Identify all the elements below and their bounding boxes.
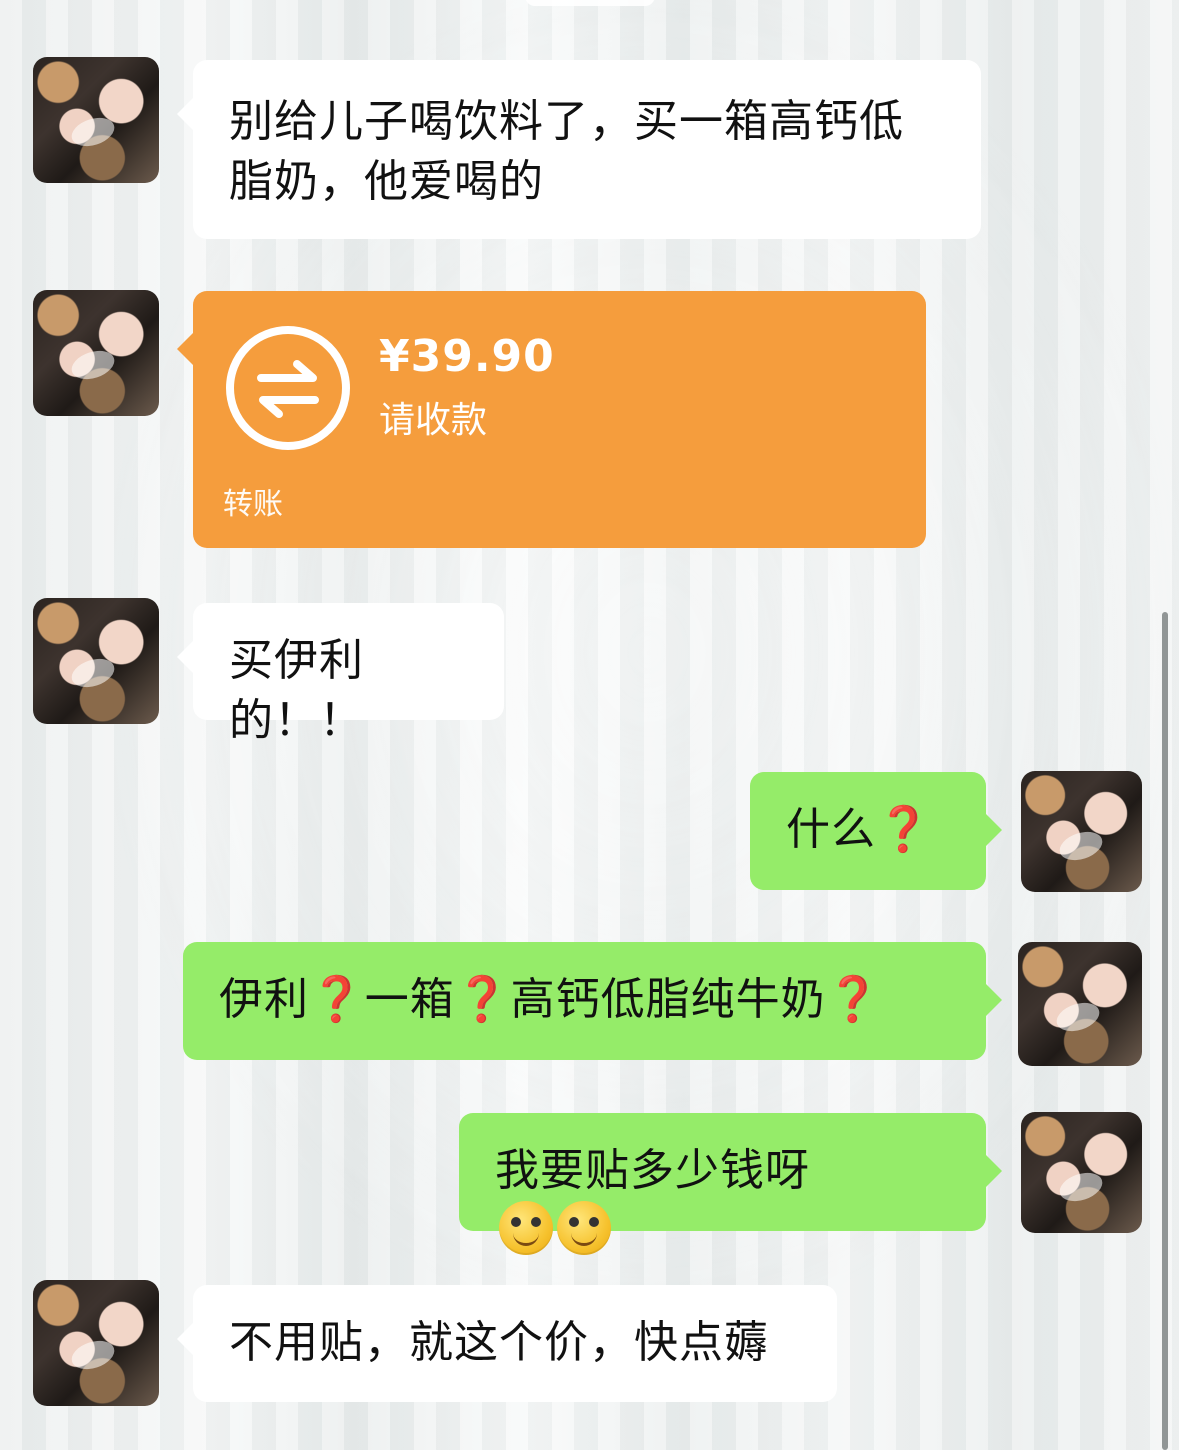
transfer-footer-label: 转账 [223, 487, 283, 522]
message-text: 伊利❓一箱❓高钙低脂纯牛奶❓ [219, 974, 882, 1025]
message-text: 什么❓ [786, 804, 932, 855]
message-bubble[interactable]: 伊利❓一箱❓高钙低脂纯牛奶❓ [183, 942, 1002, 1060]
transfer-status: 请收款 [379, 400, 488, 441]
message-bubble[interactable]: 买伊利的！！ [177, 603, 504, 746]
message-text: 别给儿子喝饮料了，买一箱高钙低 脂奶，他爱喝的 [229, 96, 904, 207]
avatar[interactable] [33, 290, 159, 416]
grimace-emoji-icon [557, 1201, 611, 1255]
avatar[interactable] [33, 57, 159, 183]
message-text: 不用贴，就这个价，快点薅 [229, 1317, 769, 1368]
transfer-arrows-icon [226, 326, 350, 450]
avatar[interactable] [33, 1280, 159, 1406]
message-bubble[interactable]: 不用贴，就这个价，快点薅 [177, 1285, 837, 1402]
message-bubble[interactable]: 别给儿子喝饮料了，买一箱高钙低 脂奶，他爱喝的 [177, 60, 981, 239]
avatar[interactable] [33, 598, 159, 724]
top-handle [525, 0, 655, 6]
message-bubble[interactable]: 什么❓ [750, 772, 1002, 890]
avatar[interactable] [1021, 771, 1142, 892]
transfer-amount: ¥39.90 [379, 331, 555, 382]
grimace-emoji-icon [499, 1201, 553, 1255]
avatar[interactable] [1018, 942, 1142, 1066]
avatar[interactable] [1021, 1112, 1142, 1233]
message-bubble[interactable]: 我要贴多少钱呀 [459, 1113, 1002, 1255]
transfer-divider [223, 471, 896, 472]
message-text: 买伊利的！！ [229, 635, 364, 746]
scrollbar[interactable] [1162, 612, 1168, 1450]
transfer-card[interactable]: ¥39.90 请收款 转账 [177, 291, 926, 548]
message-text: 我要贴多少钱呀 [495, 1145, 810, 1196]
